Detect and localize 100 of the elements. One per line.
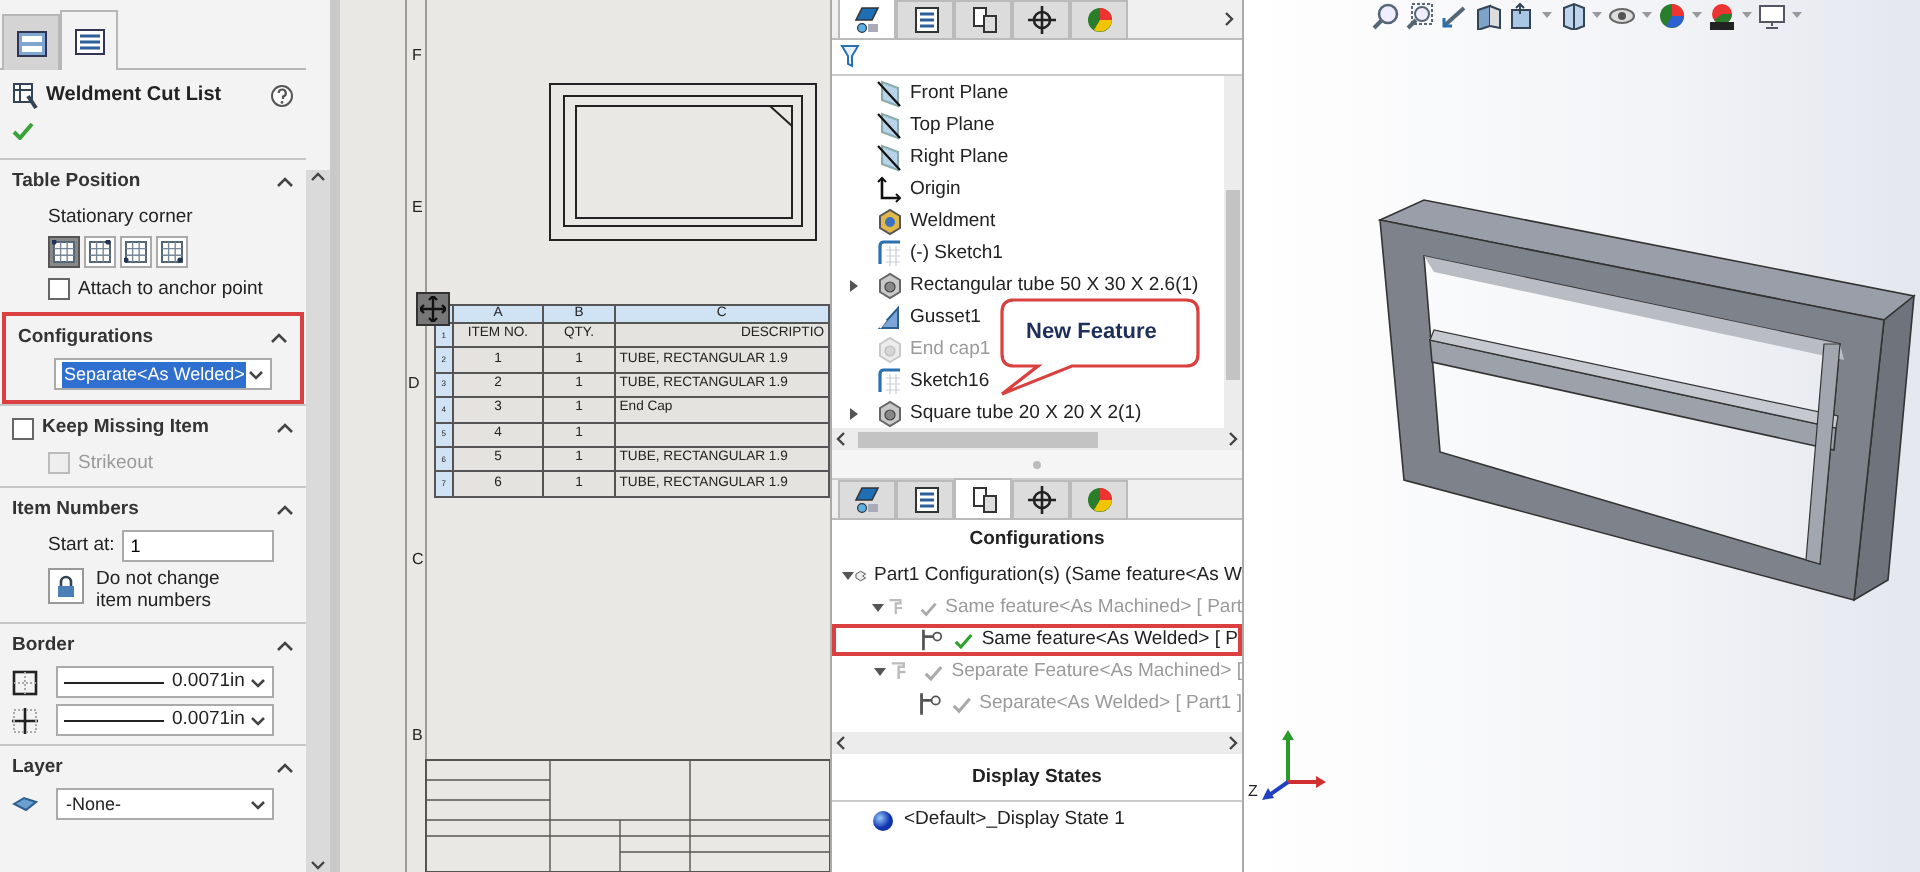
configuration-item[interactable]: Part1 Configuration(s) (Same feature<As W (873, 562, 1242, 591)
scrollbar-thumb[interactable] (858, 431, 1098, 447)
section-title: Item Numbers (12, 495, 139, 524)
section-title: Table Position (12, 168, 141, 197)
tree-item[interactable]: Square tube 20 X 20 X 2(1) (910, 399, 1142, 428)
eye-icon[interactable] (1608, 2, 1636, 30)
appearance-icon[interactable] (1658, 2, 1686, 30)
property-tab[interactable] (896, 0, 954, 38)
corner-button[interactable] (156, 235, 188, 268)
dropdown-caret-icon[interactable] (250, 799, 266, 810)
scroll-left-icon[interactable] (836, 432, 846, 446)
part-icon (853, 5, 881, 33)
configuration-dropdown[interactable]: Separate<As Welded> (54, 358, 272, 391)
lock-icon (54, 574, 78, 598)
axis-label: Z (1248, 780, 1258, 804)
display-style-icon[interactable] (1558, 2, 1586, 30)
line-weight-value: 0.0071in (172, 705, 245, 734)
expand-arrow-icon[interactable] (873, 666, 886, 679)
checkbox[interactable] (48, 278, 70, 301)
corner-button[interactable] (48, 235, 80, 268)
tree-item[interactable]: (-) Sketch1 (910, 239, 1003, 269)
expand-arrow-icon[interactable] (848, 280, 860, 292)
ok-checkmark-icon[interactable] (12, 121, 34, 140)
panel-heading: Display States (832, 758, 1242, 801)
checkbox-label: Attach to anchor point (78, 275, 263, 304)
appearance-tab[interactable] (1070, 0, 1128, 38)
collapse-icon[interactable] (276, 639, 294, 652)
collapse-icon[interactable] (276, 762, 294, 775)
line-weight-dropdown[interactable]: 0.0071in (56, 704, 274, 737)
scroll-up-icon[interactable] (310, 170, 326, 182)
tree-item[interactable]: Rectangular tube 50 X 30 X 2.6(1) (910, 271, 1199, 301)
tree-icon (969, 6, 997, 34)
tree-item[interactable]: Right Plane (910, 143, 1009, 173)
corner-button[interactable] (84, 235, 116, 268)
property-manager-tab[interactable] (60, 10, 118, 70)
feature-tree-tab[interactable] (838, 480, 896, 518)
checkbox[interactable] (12, 417, 34, 440)
move-table-handle[interactable] (416, 292, 450, 326)
monitor-icon[interactable] (1758, 2, 1786, 30)
section-view-icon[interactable] (1474, 2, 1502, 30)
crosshair-icon (1027, 6, 1055, 34)
section-title: Configurations (18, 324, 154, 352)
feature-manager-tab[interactable] (2, 14, 60, 70)
dropdown-caret-icon[interactable] (250, 715, 266, 726)
layer-dropdown[interactable]: -None- (56, 788, 274, 821)
tree-item[interactable]: Origin (910, 175, 961, 205)
inner-border-icon (12, 707, 38, 734)
section-title: Border (12, 631, 75, 660)
zone-label: C (412, 548, 424, 572)
expand-arrow-icon[interactable] (848, 408, 860, 420)
expand-arrow-icon[interactable] (842, 570, 855, 583)
start-number-field[interactable]: 1 (122, 530, 275, 562)
tree-item[interactable]: Sketch16 (910, 367, 990, 397)
collapse-icon[interactable] (276, 176, 294, 189)
field-label: Start at: (48, 531, 115, 560)
panel-heading: Configurations (967, 526, 1107, 554)
configuration-tab[interactable] (954, 0, 1012, 38)
line-weight-dropdown[interactable]: 0.0071in (56, 666, 274, 699)
configuration-tab[interactable] (954, 478, 1012, 518)
scroll-right-icon[interactable] (1228, 736, 1238, 751)
splitter-handle-icon[interactable] (1032, 459, 1042, 469)
line-sample-icon (64, 679, 164, 686)
collapse-icon[interactable] (276, 422, 294, 435)
list-icon (911, 486, 939, 514)
scroll-right-icon[interactable] (1224, 12, 1234, 26)
display-state-item[interactable]: <Default>_Display State 1 (904, 806, 1125, 836)
collapse-icon[interactable] (270, 332, 288, 345)
scene-icon[interactable] (1708, 2, 1736, 30)
feature-tree-tab[interactable] (838, 0, 896, 38)
appearance-tab[interactable] (1070, 480, 1128, 518)
dropdown-caret-icon[interactable] (250, 677, 266, 688)
move-icon (420, 296, 446, 322)
line-sample-icon (64, 717, 164, 724)
tree-item[interactable]: Top Plane (910, 111, 995, 141)
tree-item[interactable]: Gusset1 (910, 303, 981, 333)
zone-label: B (412, 724, 423, 748)
lock-button[interactable] (48, 568, 84, 604)
help-icon[interactable] (270, 83, 294, 107)
zoom-area-icon[interactable] (1406, 2, 1434, 30)
display-state-icon (872, 810, 894, 832)
filter-icon[interactable] (840, 44, 860, 69)
dropdown-caret-icon[interactable] (248, 369, 264, 380)
color-wheel-icon (1085, 6, 1113, 34)
scroll-down-icon[interactable] (310, 860, 326, 872)
collapse-icon[interactable] (276, 503, 294, 516)
zoom-to-fit-icon[interactable] (1372, 2, 1400, 30)
dimension-tab[interactable] (1012, 0, 1070, 38)
view-orientation-icon[interactable] (1508, 2, 1536, 30)
scrollbar-thumb[interactable] (1226, 190, 1240, 380)
expand-arrow-icon[interactable] (872, 602, 885, 615)
corner-button[interactable] (120, 235, 152, 268)
property-tab[interactable] (896, 480, 954, 518)
checkbox-label: Strikeout (78, 449, 153, 477)
configuration-item[interactable]: Same feature<As Welded> [ P (981, 628, 1238, 653)
tree-item[interactable]: Weldment (910, 207, 996, 237)
previous-view-icon[interactable] (1440, 2, 1468, 30)
scroll-left-icon[interactable] (836, 736, 846, 751)
tree-item[interactable]: Front Plane (910, 79, 1009, 109)
dimension-tab[interactable] (1012, 480, 1070, 518)
scroll-right-icon[interactable] (1228, 432, 1238, 446)
